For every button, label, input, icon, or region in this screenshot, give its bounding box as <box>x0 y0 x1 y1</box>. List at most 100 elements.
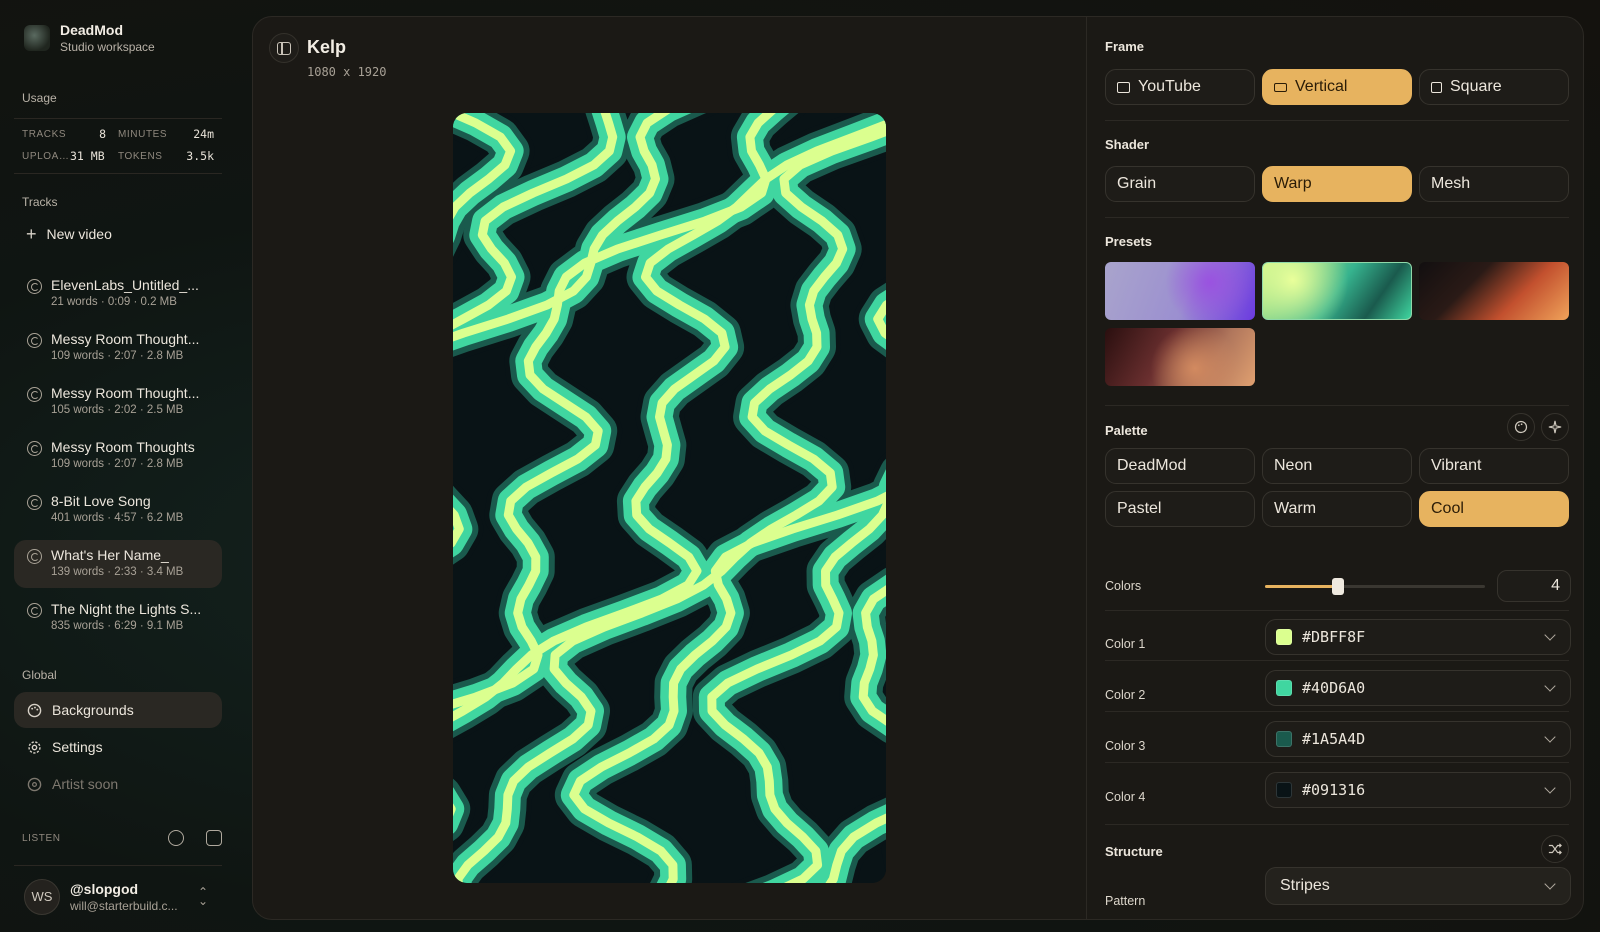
nav-backgrounds[interactable]: Backgrounds <box>14 692 222 728</box>
frame-vertical-button[interactable]: Vertical <box>1262 69 1412 105</box>
youtube-icon[interactable] <box>206 830 222 846</box>
divider <box>1105 824 1569 825</box>
workspace-name: DeadMod <box>60 22 123 38</box>
sparkles-icon <box>1548 420 1562 434</box>
preset-kelp[interactable] <box>1262 262 1412 320</box>
color-4-select[interactable]: #091316 <box>1265 772 1571 808</box>
color-3-label: Color 3 <box>1105 739 1146 753</box>
track-title: Messy Room Thought... <box>51 331 200 347</box>
sidebar-toggle-icon <box>277 41 291 55</box>
track-item[interactable]: Messy Room Thought... 109 words · 2:07 · … <box>14 324 222 372</box>
palette-cool-button[interactable]: Cool <box>1419 491 1569 527</box>
shader-grain-button[interactable]: Grain <box>1105 166 1255 202</box>
palette-picker-button[interactable] <box>1507 413 1535 441</box>
slider-handle[interactable] <box>1331 578 1344 595</box>
colors-count-input[interactable]: 4 <box>1497 570 1571 602</box>
track-title: 8-Bit Love Song <box>51 493 151 509</box>
chevron-updown-icon: ⌃ ⌄ <box>198 884 209 908</box>
color-2-select[interactable]: #40D6A0 <box>1265 670 1571 706</box>
listen-label: LISTEN <box>22 832 61 844</box>
track-meta: 105 words · 2:02 · 2.5 MB <box>51 404 184 416</box>
disc-icon <box>26 776 42 792</box>
preset-ember[interactable] <box>1419 262 1569 320</box>
color-hex-value: #DBFF8F <box>1302 628 1366 646</box>
colors-slider[interactable] <box>1265 578 1485 595</box>
divider <box>1105 610 1569 611</box>
palette-warm-button[interactable]: Warm <box>1262 491 1412 527</box>
frame-youtube-label: YouTube <box>1138 78 1201 95</box>
spotify-icon[interactable] <box>168 830 184 846</box>
structure-label: Structure <box>1105 844 1163 859</box>
track-item[interactable]: Messy Room Thought... 105 words · 2:02 · … <box>14 378 222 426</box>
nav-settings[interactable]: Settings <box>14 729 222 765</box>
preset-dusk[interactable] <box>1105 328 1255 386</box>
shader-label: Shader <box>1105 137 1150 152</box>
color-swatch <box>1276 782 1292 798</box>
new-video-label: New video <box>46 226 112 242</box>
track-title: The Night the Lights S... <box>51 601 202 617</box>
randomize-palette-button[interactable] <box>1541 413 1569 441</box>
tokens-stat-value: 3.5k <box>186 149 214 163</box>
track-item[interactable]: What's Her Name_ 139 words · 2:33 · 3.4 M… <box>14 540 222 588</box>
palette-vibrant-label: Vibrant <box>1431 457 1482 474</box>
color-hex-value: #1A5A4D <box>1302 730 1366 748</box>
tracks-stat-label: TRACKS <box>22 128 67 140</box>
track-item[interactable]: Messy Room Thoughts 109 words · 2:07 · 2.… <box>14 432 222 480</box>
shader-warp-button[interactable]: Warp <box>1262 166 1412 202</box>
presets-label: Presets <box>1105 234 1152 249</box>
color-swatch <box>1276 680 1292 696</box>
listen-row: LISTEN <box>22 830 222 846</box>
track-item[interactable]: 8-Bit Love Song 401 words · 4:57 · 6.2 MB <box>14 486 222 534</box>
color-1-select[interactable]: #DBFF8F <box>1265 619 1571 655</box>
color-3-select[interactable]: #1A5A4D <box>1265 721 1571 757</box>
track-icon <box>27 549 42 564</box>
workspace-logo <box>24 25 50 51</box>
toggle-sidebar-button[interactable] <box>269 33 299 63</box>
shuffle-icon <box>1548 843 1562 855</box>
workspace-switcher[interactable]: DeadMod Studio workspace <box>24 22 155 54</box>
preview-title: Kelp <box>307 37 347 57</box>
preset-violet[interactable] <box>1105 262 1255 320</box>
divider <box>1105 660 1569 661</box>
plus-icon: + <box>26 224 37 244</box>
track-icon <box>27 333 42 348</box>
track-meta: 109 words · 2:07 · 2.8 MB <box>51 458 184 470</box>
frame-youtube-button[interactable]: YouTube <box>1105 69 1255 105</box>
track-icon <box>27 603 42 618</box>
tracks-label: Tracks <box>22 195 58 209</box>
track-title: ElevenLabs_Untitled_... <box>51 277 199 293</box>
uploads-stat-label: UPLOA… <box>22 150 70 162</box>
pattern-label: Pattern <box>1105 894 1146 908</box>
square-icon <box>1431 81 1442 93</box>
palette-neon-button[interactable]: Neon <box>1262 448 1412 484</box>
rectangle-icon <box>1274 82 1287 92</box>
track-icon <box>27 387 42 402</box>
chevron-down-icon <box>1544 731 1556 743</box>
pattern-select[interactable]: Stripes <box>1265 867 1571 905</box>
shuffle-structure-button[interactable] <box>1541 835 1569 863</box>
shader-warp-label: Warp <box>1274 175 1312 192</box>
shader-mesh-button[interactable]: Mesh <box>1419 166 1569 202</box>
controls-panel: Frame YouTube Vertical Square Shader Gra… <box>1087 17 1583 919</box>
track-meta: 835 words · 6:29 · 9.1 MB <box>51 620 184 632</box>
nav-backgrounds-label: Backgrounds <box>52 702 134 718</box>
nav-artist-label: Artist soon <box>52 776 119 792</box>
track-item[interactable]: ElevenLabs_Untitled_... 21 words · 0:09 ·… <box>14 270 222 318</box>
new-video-button[interactable]: + New video <box>26 224 112 244</box>
divider <box>1105 217 1569 218</box>
tracks-stat-value: 8 <box>99 127 106 141</box>
track-item[interactable]: The Night the Lights S... 835 words · 6:2… <box>14 594 222 642</box>
video-preview-canvas[interactable] <box>453 113 886 883</box>
divider <box>1105 120 1569 121</box>
user-menu[interactable]: WS @slopgod will@starterbuild.c... ⌃ ⌄ <box>14 865 222 927</box>
track-icon <box>27 441 42 456</box>
frame-square-button[interactable]: Square <box>1419 69 1569 105</box>
preview-area: Kelp 1080 x 1920 <box>253 17 1086 919</box>
shader-grain-label: Grain <box>1117 175 1157 192</box>
pattern-value: Stripes <box>1280 877 1330 894</box>
palette-pastel-button[interactable]: Pastel <box>1105 491 1255 527</box>
workspace-subtitle: Studio workspace <box>60 40 155 54</box>
frame-square-label: Square <box>1450 78 1502 95</box>
palette-deadmod-button[interactable]: DeadMod <box>1105 448 1255 484</box>
palette-vibrant-button[interactable]: Vibrant <box>1419 448 1569 484</box>
